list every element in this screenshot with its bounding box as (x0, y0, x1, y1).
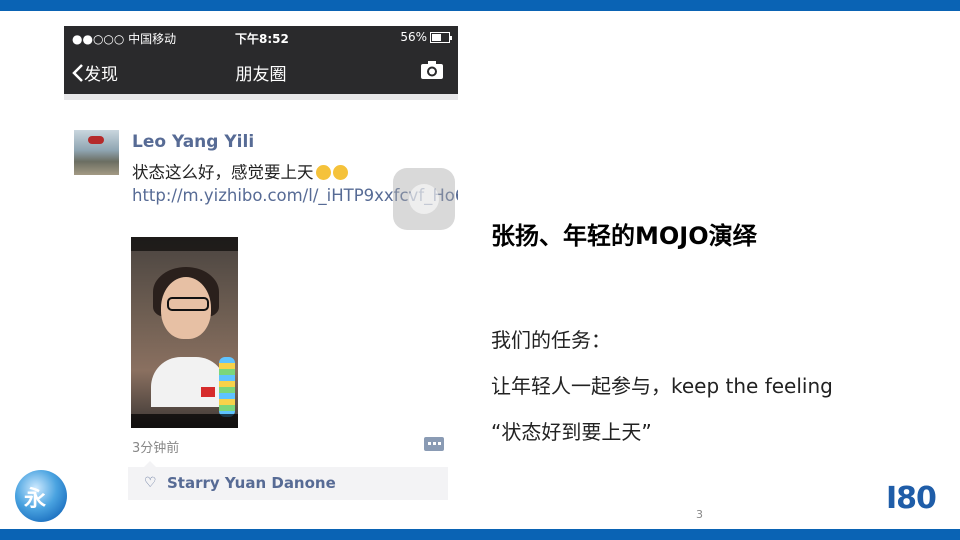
comment-icon[interactable] (424, 437, 444, 451)
assistive-touch-button[interactable] (393, 168, 455, 230)
post-author[interactable]: Leo Yang Yili (132, 132, 254, 152)
status-time: 下午8:52 (235, 32, 289, 46)
battery-percent: 56% (400, 30, 427, 44)
avatar[interactable] (74, 130, 119, 175)
nav-title: 朋友圈 (235, 65, 287, 85)
liker-name[interactable]: Starry Yuan Danone (167, 474, 336, 492)
post-timestamp: 3分钟前 (132, 441, 180, 456)
top-accent-bar (0, 0, 960, 11)
carrier-label: ●●○○○ 中国移动 (72, 32, 177, 46)
likes-box: ♡ Starry Yuan Danone (128, 461, 448, 500)
post-body: 状态这么好，感觉要上天 (132, 163, 314, 182)
live-stream-thumbnail[interactable] (131, 237, 238, 428)
task-quote: “状态好到要上天” (491, 420, 652, 444)
agency-logo: I80 (886, 481, 937, 516)
task-label: 我们的任务： (491, 328, 611, 352)
bottom-accent-bar (0, 529, 960, 540)
task-line: 让年轻人一起参与，keep the feeling (491, 374, 833, 398)
logo-glyph: 永 (24, 487, 47, 512)
camera-icon (421, 61, 443, 79)
brand-logo: 永 (15, 470, 67, 522)
heart-icon: ♡ (144, 475, 157, 491)
battery-icon (430, 31, 452, 43)
wechat-moments-screenshot: ●●○○○ 中国移动 下午8:52 56% 发现 朋友圈 Leo Yang Yi… (64, 26, 458, 500)
page-number: 3 (696, 508, 703, 521)
status-bar: ●●○○○ 中国移动 下午8:52 56% (64, 26, 458, 48)
emoji-icon (332, 165, 348, 180)
battery-indicator: 56% (400, 30, 452, 44)
nav-bar: 发现 朋友圈 (64, 48, 458, 94)
slide-headline: 张扬、年轻的MOJO演绎 (491, 222, 757, 250)
emoji-icon (315, 165, 331, 180)
camera-button[interactable] (420, 60, 444, 84)
header-separator (64, 94, 458, 100)
